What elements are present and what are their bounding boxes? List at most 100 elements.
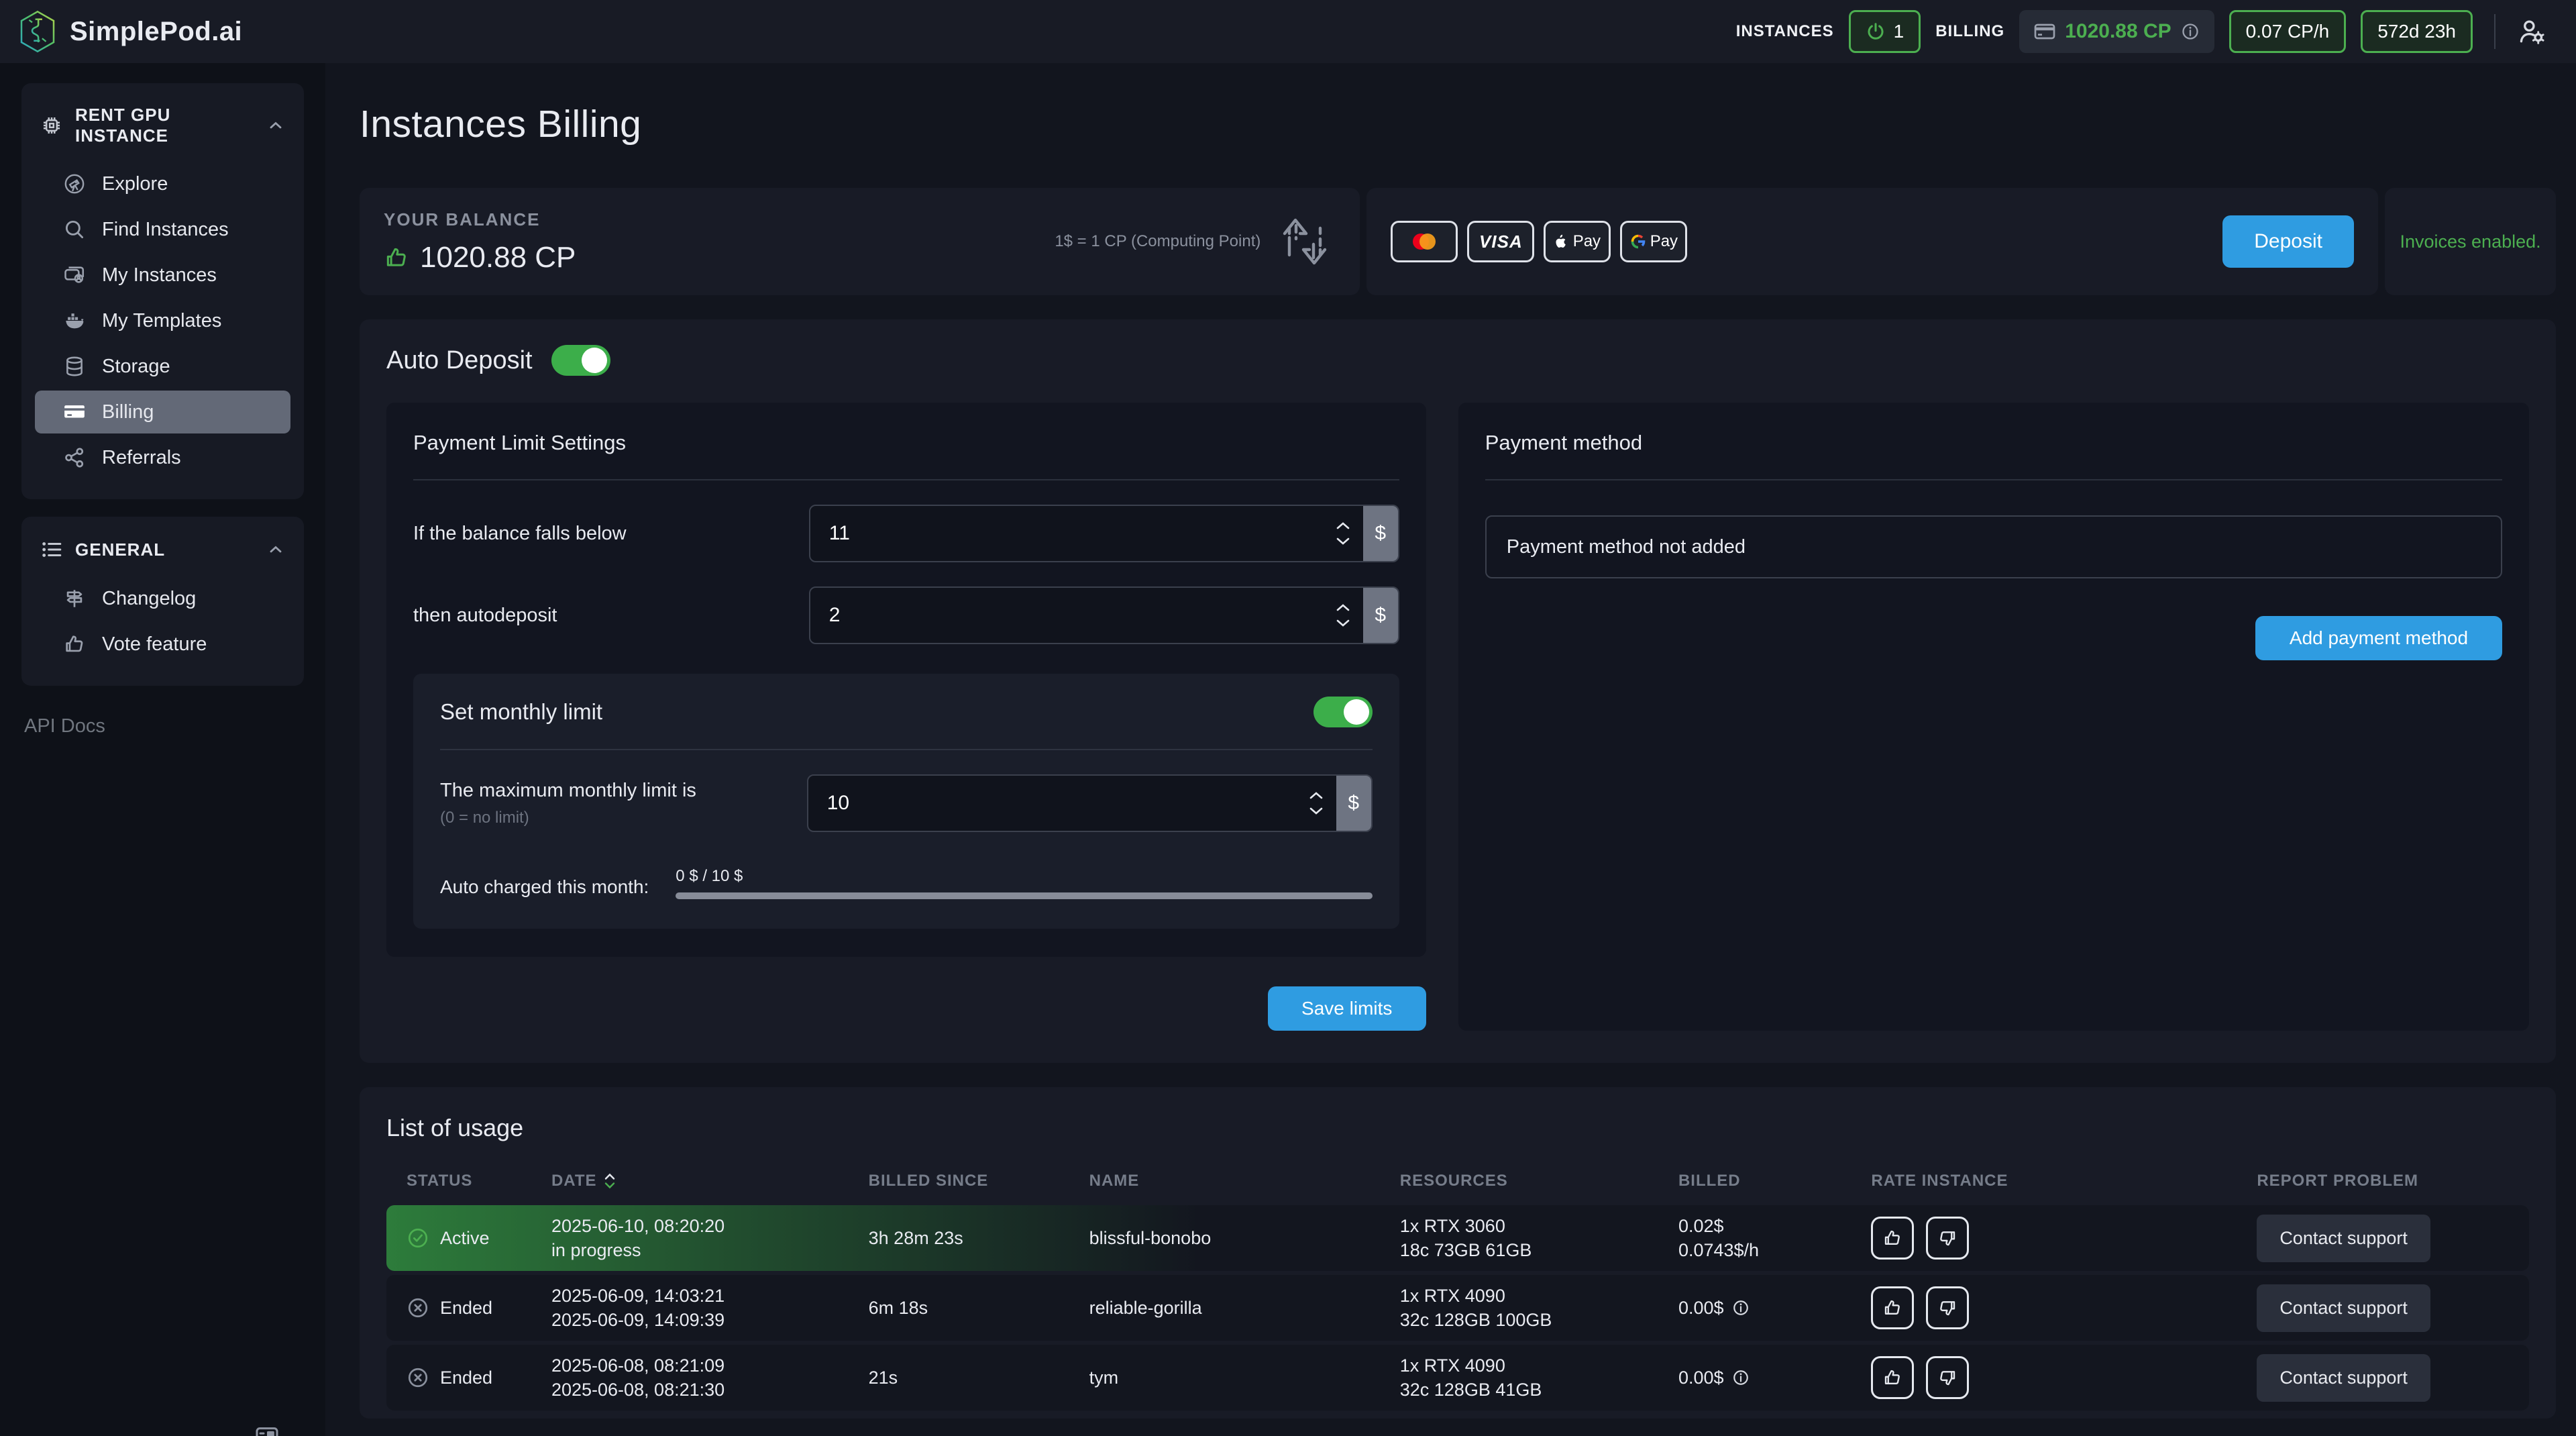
balance-value: 1020.88 CP — [420, 241, 576, 274]
page-title: Instances Billing — [360, 102, 2556, 146]
sidebar-item-storage[interactable]: Storage — [35, 345, 290, 388]
sidebar-collapse-icon[interactable] — [254, 1424, 280, 1436]
balance-threshold-input[interactable] — [810, 522, 1323, 545]
signpost-icon — [63, 587, 86, 610]
monthly-limit-label: The maximum monthly limit is (0 = no lim… — [440, 780, 807, 827]
sidebar-item-label: My Templates — [102, 310, 221, 332]
transfer-arrows-icon — [1274, 216, 1336, 267]
contact-support-button[interactable]: Contact support — [2257, 1354, 2430, 1402]
col-name: NAME — [1089, 1172, 1400, 1190]
billed-since-cell: 21s — [869, 1368, 1089, 1388]
monthly-limit-toggle[interactable] — [1313, 697, 1373, 727]
topbar: SimplePod.ai INSTANCES 1 BILLING 1020.88… — [0, 0, 2576, 63]
instances-badge[interactable]: 1 — [1849, 10, 1921, 53]
list-icon — [40, 538, 63, 561]
auto-deposit-toggle[interactable] — [551, 345, 610, 376]
cp-rate-value: 0.07 CP/h — [2246, 21, 2330, 42]
auto-charged-label: Auto charged this month: — [440, 876, 649, 899]
billing-balance-pill[interactable]: 1020.88 CP — [2019, 10, 2214, 53]
name-cell: tym — [1089, 1368, 1400, 1388]
share-icon — [63, 446, 86, 469]
usage-card: List of usage STATUS DATE BILLED SINCE N… — [360, 1087, 2556, 1419]
sidebar-group-rent-gpu: RENT GPU INSTANCE Explore — [21, 83, 304, 499]
instances-label: INSTANCES — [1736, 22, 1834, 41]
sidebar-item-label: Explore — [102, 173, 168, 195]
rate-instance-cell — [1871, 1217, 2257, 1260]
col-billed: BILLED — [1678, 1172, 1871, 1190]
info-icon — [2181, 22, 2200, 41]
sidebar-item-label: Vote feature — [102, 633, 207, 656]
usage-row: Ended 2025-06-08, 08:21:09 2025-06-08, 0… — [386, 1345, 2529, 1411]
info-icon[interactable] — [1732, 1369, 1750, 1386]
contact-support-button[interactable]: Contact support — [2257, 1215, 2430, 1262]
add-payment-method-button[interactable]: Add payment method — [2255, 616, 2502, 660]
autodeposit-amount-input[interactable] — [810, 604, 1323, 627]
usage-table: STATUS DATE BILLED SINCE NAME RESOURCES … — [386, 1172, 2529, 1411]
time-left-badge: 572d 23h — [2361, 10, 2473, 53]
rate-down-button[interactable] — [1926, 1286, 1969, 1329]
report-cell: Contact support — [2257, 1215, 2529, 1262]
api-docs-link[interactable]: API Docs — [24, 715, 325, 737]
autodeposit-amount-stepper[interactable] — [1323, 603, 1363, 628]
sidebar-item-explore[interactable]: Explore — [35, 162, 290, 205]
col-rate-instance: RATE INSTANCE — [1871, 1172, 2257, 1190]
usage-title: List of usage — [386, 1114, 2529, 1142]
then-autodeposit-label: then autodeposit — [413, 605, 809, 627]
chip-icon — [40, 114, 63, 137]
balance-threshold-stepper[interactable] — [1323, 521, 1363, 546]
billed-cell: 0.02$ 0.0743$/h — [1678, 1214, 1871, 1263]
info-icon[interactable] — [1732, 1299, 1750, 1317]
invoices-card: Invoices enabled. — [2385, 188, 2556, 295]
monthly-limit-panel: Set monthly limit The maximum monthly li… — [413, 674, 1399, 929]
currency-suffix: $ — [1363, 506, 1398, 561]
sidebar-item-my-templates[interactable]: My Templates — [35, 299, 290, 342]
billed-cell: 0.00$ — [1678, 1298, 1871, 1319]
account-settings-icon[interactable] — [2517, 17, 2546, 46]
rate-instance-cell — [1871, 1356, 2257, 1399]
sidebar-group-general: GENERAL Changelog V — [21, 517, 304, 686]
chevron-up-icon[interactable] — [266, 116, 285, 135]
deposit-button[interactable]: Deposit — [2222, 215, 2354, 268]
rate-down-button[interactable] — [1926, 1356, 1969, 1399]
monthly-limit-input-group: $ — [807, 774, 1373, 832]
monthly-limit-stepper[interactable] — [1296, 790, 1336, 816]
resources-cell: 1x RTX 4090 32c 128GB 41GB — [1400, 1353, 1678, 1402]
rate-up-button[interactable] — [1871, 1217, 1914, 1260]
sidebar-group-rent-gpu-header[interactable]: RENT GPU INSTANCE — [35, 101, 290, 160]
sidebar-item-billing[interactable]: Billing — [35, 391, 290, 433]
sidebar-item-my-instances[interactable]: My Instances — [35, 254, 290, 297]
google-pay-logo: Pay — [1620, 221, 1687, 262]
payment-limit-panel: Payment Limit Settings If the balance fa… — [386, 403, 1426, 957]
payment-method-panel: Payment method Payment method not added … — [1458, 403, 2529, 1031]
topbar-balance: 1020.88 CP — [2065, 20, 2171, 43]
currency-suffix: $ — [1336, 776, 1371, 831]
sidebar-item-vote-feature[interactable]: Vote feature — [35, 623, 290, 666]
rate-up-button[interactable] — [1871, 1356, 1914, 1399]
col-report-problem: REPORT PROBLEM — [2257, 1172, 2529, 1190]
col-date[interactable]: DATE — [551, 1172, 869, 1190]
balance-falls-below-label: If the balance falls below — [413, 523, 809, 545]
divider — [1485, 479, 2502, 480]
credit-card-icon — [63, 401, 86, 423]
date-cell: 2025-06-08, 08:21:09 2025-06-08, 08:21:3… — [551, 1353, 869, 1402]
contact-support-button[interactable]: Contact support — [2257, 1284, 2430, 1332]
balance-thumb-icon — [384, 245, 409, 270]
resources-cell: 1x RTX 4090 32c 128GB 100GB — [1400, 1284, 1678, 1333]
sidebar-item-referrals[interactable]: Referrals — [35, 436, 290, 479]
sidebar-item-changelog[interactable]: Changelog — [35, 577, 290, 620]
chevron-up-icon[interactable] — [266, 540, 285, 559]
monthly-limit-input[interactable] — [808, 792, 1296, 815]
save-limits-button[interactable]: Save limits — [1268, 986, 1426, 1031]
brand-logo[interactable]: SimplePod.ai — [19, 10, 242, 53]
date-cell: 2025-06-09, 14:03:21 2025-06-09, 14:09:3… — [551, 1284, 869, 1333]
report-cell: Contact support — [2257, 1284, 2529, 1332]
visa-logo: VISA — [1467, 221, 1534, 262]
brand-name: SimplePod.ai — [70, 17, 242, 47]
sort-icons[interactable] — [604, 1173, 616, 1189]
sidebar: RENT GPU INSTANCE Explore — [0, 63, 325, 1436]
sidebar-group-general-header[interactable]: GENERAL — [35, 534, 290, 574]
rate-up-button[interactable] — [1871, 1286, 1914, 1329]
thumbs-up-icon — [63, 633, 86, 656]
rate-down-button[interactable] — [1926, 1217, 1969, 1260]
sidebar-item-find-instances[interactable]: Find Instances — [35, 208, 290, 251]
